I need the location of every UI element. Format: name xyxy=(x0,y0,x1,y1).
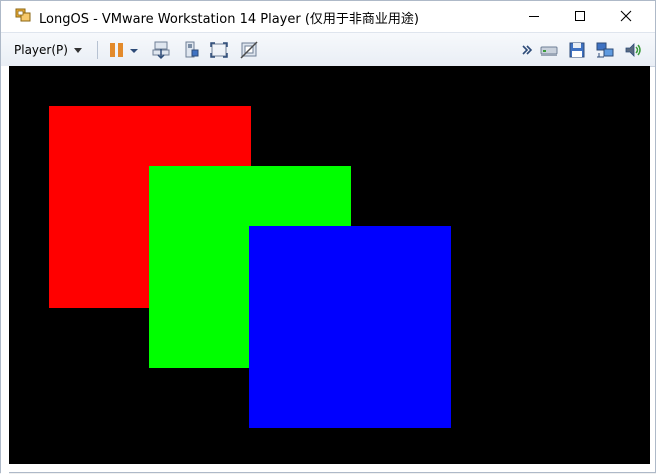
pause-icon[interactable] xyxy=(107,40,127,60)
chevron-down-icon xyxy=(73,47,82,53)
send-keys-icon[interactable] xyxy=(151,40,171,60)
window-title: LongOS - VMware Workstation 14 Player (仅… xyxy=(39,12,419,27)
title-bar[interactable]: LongOS - VMware Workstation 14 Player (仅… xyxy=(1,1,655,32)
maximize-button[interactable] xyxy=(557,1,603,31)
guest-screen[interactable] xyxy=(9,66,650,464)
audio-icon[interactable] xyxy=(623,40,643,60)
toolbar-separator xyxy=(97,41,98,59)
player-menu-button[interactable]: Player(P) xyxy=(14,41,82,59)
network-icon[interactable] xyxy=(595,40,615,60)
vmware-app-icon[interactable] xyxy=(15,8,32,24)
vmware-player-window: LongOS - VMware Workstation 14 Player (仅… xyxy=(0,0,656,474)
toolbar: Player(P) xyxy=(1,32,655,67)
minimize-button[interactable] xyxy=(511,1,557,31)
unity-icon[interactable] xyxy=(239,40,259,60)
double-chevron-right-icon[interactable] xyxy=(521,40,533,60)
floppy-icon[interactable] xyxy=(567,40,587,60)
blue-square xyxy=(249,226,451,428)
minimize-icon xyxy=(529,16,539,17)
pause-dropdown-chevron-down-icon[interactable] xyxy=(129,40,139,60)
devices-icon[interactable] xyxy=(181,40,201,60)
close-icon xyxy=(620,10,632,22)
fullscreen-icon[interactable] xyxy=(209,40,229,60)
player-menu-label: Player(P) xyxy=(14,43,68,57)
close-button[interactable] xyxy=(603,1,649,31)
hard-disk-icon[interactable] xyxy=(539,40,559,60)
window-left-edge xyxy=(1,66,9,474)
maximize-icon xyxy=(575,11,585,21)
